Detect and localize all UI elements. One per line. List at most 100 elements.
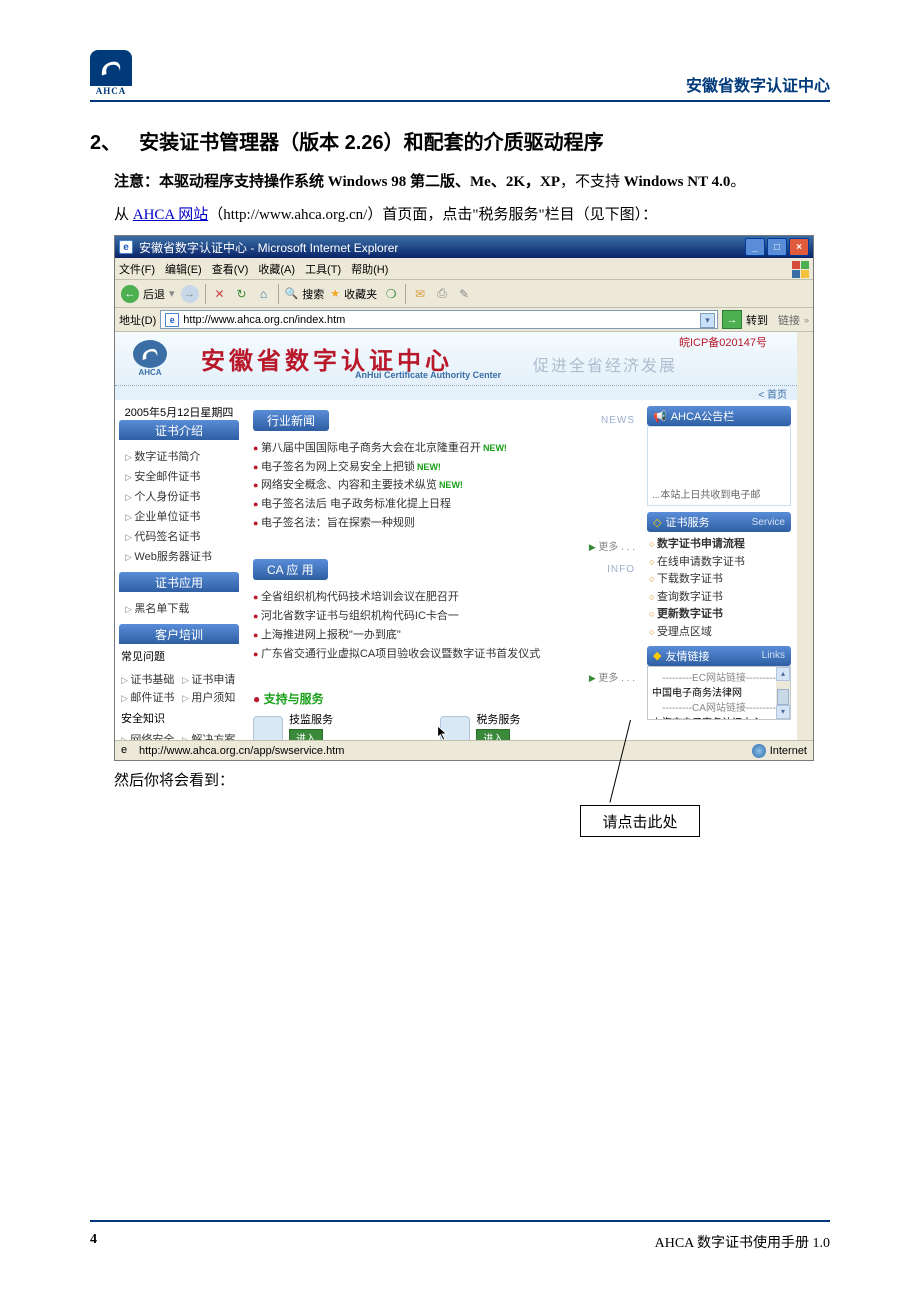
middle-column: 行业新闻NEWS 第八届中国国际电子商务大会在北京隆重召开NEW! 电子签名为网… [243,400,645,740]
ie-screenshot: e 安徽省数字认证中心 - Microsoft Internet Explore… [114,235,814,761]
bulletin-header: 📢AHCA公告栏 [647,406,791,426]
safety-label: 安全知识 [115,708,243,728]
menu-file[interactable]: 文件(F) [119,261,155,277]
print-icon[interactable]: ⎙ [434,286,450,302]
scroll-thumb[interactable] [798,348,812,448]
callout-box: 请点击此处 [580,805,700,837]
cert-app-header: 证书应用 [119,572,239,592]
enter-button[interactable]: 进入 [476,729,510,740]
minimize-button[interactable]: _ [745,238,765,256]
site-subtitle: AnHui Certificate Authority Center [355,370,501,380]
scroll-up-icon[interactable]: ▴ [797,332,813,348]
address-dropdown[interactable]: ▾ [700,313,715,328]
sidebar-item[interactable]: Web服务器证书 [125,546,233,566]
right-item[interactable]: 数字证书申请流程 [649,536,789,554]
site-logo: AHCA [129,340,171,378]
news-item[interactable]: 网络安全概念、内容和主要技术纵览NEW! [253,476,635,495]
menu-edit[interactable]: 编辑(E) [165,261,202,277]
info-item[interactable]: 全省组织机构代码技术培训会议在肥召开 [253,588,635,607]
notice-text: 注意：本驱动程序支持操作系统 Windows 98 第二版、Me、2K，XP，不… [114,169,830,196]
more-link[interactable]: 更多 . . . [253,667,635,686]
sidebar-item[interactable]: 证书申请 [182,671,237,687]
home-icon[interactable]: ⌂ [256,286,272,302]
enter-button[interactable]: 进入 [289,729,323,740]
right-item[interactable]: 在线申请数字证书 [649,554,789,572]
close-button[interactable]: × [789,238,809,256]
status-bar: e http://www.ahca.org.cn/app/swservice.h… [115,740,813,760]
history-icon[interactable]: ❍ [383,286,399,302]
cert-service-header: ◇证书服务Service [647,512,791,532]
refresh-icon[interactable]: ↻ [234,286,250,302]
go-button[interactable]: → [722,310,742,329]
service-tax[interactable]: 税务服务进入 [440,711,623,740]
sidebar-item[interactable]: 解决方案 [182,731,237,740]
mail-icon[interactable]: ✉ [412,286,428,302]
menubar: 文件(F) 编辑(E) 查看(V) 收藏(A) 工具(T) 帮助(H) [115,258,813,280]
support-header: 支持与服务 [253,690,635,707]
right-item[interactable]: 受理点区域 [649,624,789,642]
news-item[interactable]: 电子签名法：旨在探索一种规则 [253,514,635,533]
windows-logo-icon [791,260,809,278]
menu-tools[interactable]: 工具(T) [305,261,341,277]
site-slogan: 促进全省经济发展 [533,352,677,376]
news-item[interactable]: 第八届中国国际电子商务大会在北京隆重召开NEW! [253,439,635,458]
sidebar-item[interactable]: 数字证书简介 [125,446,233,466]
more-link[interactable]: 更多 . . . [253,536,635,555]
links-box: ---------EC网站链接--------- 中国电子商务法律网 -----… [647,666,791,720]
vertical-scrollbar[interactable]: ▴ ▾ [797,332,813,740]
site-banner: AHCA 安徽省数字认证中心 AnHui Certificate Authori… [115,332,797,386]
service-jijian[interactable]: 技监服务进入 [253,711,436,740]
forward-button[interactable]: → [181,285,199,303]
info-item[interactable]: 河北省数字证书与组织机构代码IC卡合一 [253,607,635,626]
friend-link[interactable]: 中国电子商务法律网 [652,684,786,699]
right-item[interactable]: 下载数字证书 [649,571,789,589]
sidebar-item[interactable]: 安全邮件证书 [125,466,233,486]
sidebar-item[interactable]: 用户须知 [182,689,237,705]
sidebar-item[interactable]: 网络安全 [121,731,176,740]
page-icon: e [165,313,179,327]
ahca-link[interactable]: AHCA 网站 [133,207,208,223]
links-label[interactable]: 链接 [778,312,800,328]
favorites-button[interactable]: ★收藏夹 [330,286,377,302]
friend-link[interactable]: 上海市电子商务认证中心 [652,714,786,720]
edit-icon[interactable]: ✎ [456,286,472,302]
right-item[interactable]: 更新数字证书 [649,606,789,624]
sidebar-item[interactable]: 证书基础 [121,671,176,687]
sidebar-item[interactable]: 邮件证书 [121,689,176,705]
sidebar-item[interactable]: 个人身份证书 [125,486,233,506]
menu-help[interactable]: 帮助(H) [351,261,388,277]
page-icon: e [121,744,135,758]
cert-icon: ◇ [653,516,661,529]
address-bar: 地址(D) e http://www.ahca.org.cn/index.htm… [115,308,813,332]
address-input[interactable]: e http://www.ahca.org.cn/index.htm ▾ [160,310,718,329]
ca-app-header: CA 应 用 [253,559,328,580]
right-item[interactable]: 查询数字证书 [649,589,789,607]
maximize-button[interactable]: □ [767,238,787,256]
top-nav[interactable]: < 首页 [115,386,797,400]
news-item[interactable]: 电子签名为网上交易安全上把锁NEW! [253,458,635,477]
page-footer: 4 AHCA 数字证书使用手册 1.0 [90,1220,830,1252]
date-label: 2005年5月12日星期四 [115,400,243,420]
stop-icon[interactable]: ✕ [212,286,228,302]
menu-view[interactable]: 查看(V) [212,261,249,277]
page-number: 4 [90,1232,97,1252]
linkbox-scrollbar[interactable]: ▴▾ [776,667,790,719]
news-header: 行业新闻 [253,410,329,431]
menu-fav[interactable]: 收藏(A) [258,261,295,277]
cert-intro-header: 证书介绍 [119,420,239,440]
sidebar-item[interactable]: 企业单位证书 [125,506,233,526]
back-button[interactable]: ←后退▾ [121,285,175,303]
scroll-down-icon[interactable]: ▾ [797,724,813,740]
left-column: 2005年5月12日星期四 证书介绍 数字证书简介 安全邮件证书 个人身份证书 … [115,400,243,740]
links-header: ◆友情链接Links [647,646,791,666]
info-item[interactable]: 上海推进网上报税"一办到底" [253,626,635,645]
header-company: 安徽省数字认证中心 [686,72,830,96]
news-item[interactable]: 电子签名法后 电子政务标准化提上日程 [253,495,635,514]
bulletin-box: ...本站上日共收到电子邮 [647,426,791,506]
sidebar-item[interactable]: 代码签名证书 [125,526,233,546]
sidebar-item[interactable]: 黑名单下载 [125,598,233,618]
service-icon [253,716,283,740]
search-button[interactable]: 🔍搜索 [285,286,325,302]
info-item[interactable]: 广东省交通行业虚拟CA项目验收会议暨数字证书首发仪式 [253,645,635,664]
horn-icon: 📢 [653,410,667,423]
